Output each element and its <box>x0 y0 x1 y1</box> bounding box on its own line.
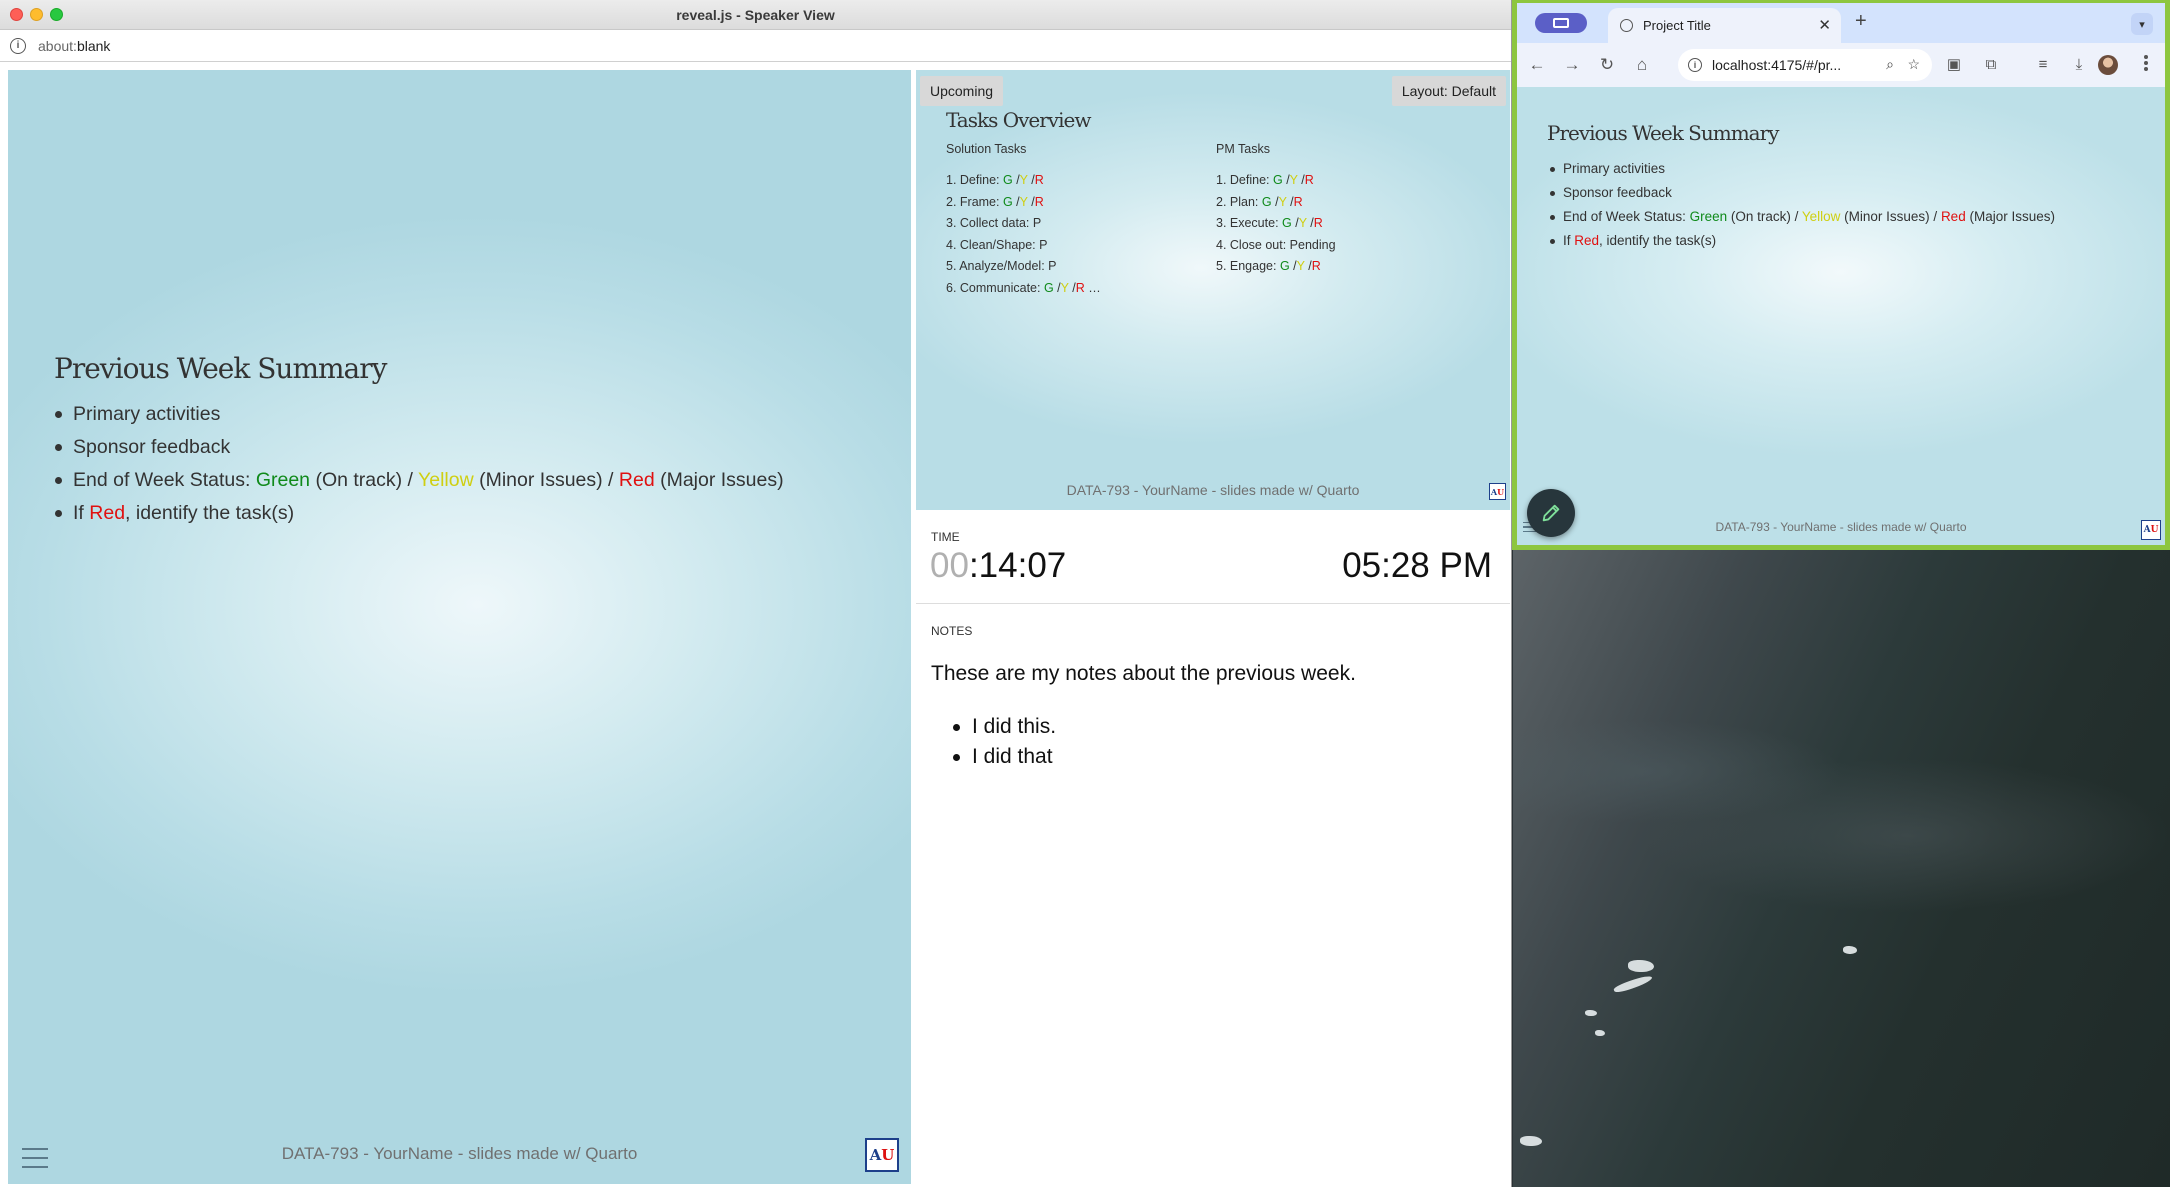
address-text: localhost:4175/#/pr... <box>1712 57 1842 73</box>
info-icon[interactable]: i <box>10 37 26 54</box>
status-yellow: Yellow <box>418 469 474 491</box>
tab-title: Project Title <box>1643 18 1711 33</box>
pm-task-plan: 2. Plan: G /Y /R <box>1216 194 1303 209</box>
url-scheme: about: <box>38 37 77 54</box>
notes-label: NOTES <box>931 624 973 638</box>
new-tab-button[interactable]: + <box>1855 10 1867 33</box>
upcoming-label: Upcoming <box>920 76 1004 106</box>
bullet-sponsor-feedback: Sponsor feedback <box>1550 181 2055 205</box>
media-queue-icon[interactable]: ≡ <box>2034 56 2052 74</box>
time-label: TIME <box>931 530 960 544</box>
tab-group-icon[interactable] <box>1535 13 1587 33</box>
pm-tasks-column: PM Tasks 1. Define: G /Y /R 2. Plan: G /… <box>1216 142 1336 278</box>
elapsed-hours: 00 <box>930 546 969 585</box>
more-menu-icon[interactable] <box>2144 55 2148 73</box>
bullet-primary-activities: Primary activities <box>1550 157 2055 181</box>
browser-slide-footer: DATA-793 - YourName - slides made w/ Qua… <box>1715 520 1967 534</box>
extensions-icon[interactable]: ⧉ <box>1982 56 2000 74</box>
if-prefix: If <box>73 502 90 524</box>
browser-slide[interactable]: Previous Week Summary Primary activities… <box>1517 87 2165 550</box>
site-info-icon[interactable]: i <box>1688 58 1702 72</box>
browser-tab-bar: Project Title ✕ + ▾ <box>1517 3 2165 43</box>
if-suffix: , identify the task(s) <box>125 502 295 524</box>
bookmark-star-icon[interactable]: ☆ <box>1907 56 1920 73</box>
zoom-icon[interactable]: ⌕ <box>1886 56 1894 73</box>
current-slide[interactable]: Previous Week Summary Primary activities… <box>8 70 911 1184</box>
bullet-status: End of Week Status: Green (On track) / Y… <box>55 468 784 492</box>
pm-task-define: 1. Define: G /Y /R <box>1216 173 1314 187</box>
elapsed-timer[interactable]: 00:14:07 <box>930 546 1066 586</box>
home-icon[interactable]: ⌂ <box>1632 55 1652 75</box>
bullet-if-red: If Red, identify the task(s) <box>55 501 784 525</box>
browser-au-logo: AU <box>2141 520 2161 540</box>
browser-slide-bullets: Primary activities Sponsor feedback End … <box>1550 157 2055 253</box>
status-prefix: End of Week Status: <box>73 469 256 491</box>
notes-text: These are my notes about the previous we… <box>931 662 1356 685</box>
bullet-sponsor-feedback: Sponsor feedback <box>55 435 784 459</box>
status-mid2: (Minor Issues) / <box>473 469 619 491</box>
upcoming-footer: DATA-793 - YourName - slides made w/ Qua… <box>1066 482 1360 498</box>
solution-task-frame: 2. Frame: G /Y /R <box>946 194 1044 209</box>
elapsed-rest: :14:07 <box>968 546 1067 585</box>
download-icon[interactable]: ⤓ <box>2070 56 2088 74</box>
slide-title: Previous Week Summary <box>54 352 387 385</box>
tab-search-chevron-icon[interactable]: ▾ <box>2131 13 2153 35</box>
solution-tasks-title: Solution Tasks <box>946 142 1027 156</box>
logo-letter-a: A <box>869 1146 882 1164</box>
upcoming-au-logo: AU <box>1489 483 1506 500</box>
reading-mode-icon[interactable]: ▣ <box>1945 56 1963 74</box>
pm-tasks-title: PM Tasks <box>1216 142 1270 156</box>
clock: 05:28 PM <box>1342 546 1492 585</box>
notes-item: I did that <box>952 742 1056 772</box>
tab-project-title[interactable]: Project Title ✕ <box>1608 8 1841 43</box>
pm-task-execute: 3. Execute: G /Y /R <box>1216 216 1323 230</box>
reload-icon[interactable]: ↻ <box>1597 55 1617 75</box>
upcoming-slide[interactable]: Upcoming Layout: Default Tasks Overview … <box>916 70 1510 510</box>
back-arrow-icon[interactable]: ← <box>1527 55 1547 75</box>
status-suffix: (Major Issues) <box>654 469 784 491</box>
url-path: blank <box>76 37 111 54</box>
pm-task-close-out: 4. Close out: Pending <box>1216 237 1336 252</box>
upcoming-slide-title: Tasks Overview <box>946 108 1091 132</box>
status-mid1: (On track) / <box>310 469 419 491</box>
bullet-if-red: If Red, identify the task(s) <box>1550 229 2055 253</box>
if-red: Red <box>89 502 126 524</box>
status-green: Green <box>255 469 311 491</box>
bullet-status: End of Week Status: Green (On track) / Y… <box>1550 205 2055 229</box>
solution-tasks-column: Solution Tasks 1. Define: G /Y /R 2. Fra… <box>946 142 1101 299</box>
time-panel: TIME 00:14:07 05:28 PM <box>916 514 1510 604</box>
browser-slide-title: Previous Week Summary <box>1547 121 1779 145</box>
profile-avatar[interactable] <box>2098 55 2118 75</box>
browser-window: Project Title ✕ + ▾ ← → ↻ ⌂ i localhost:… <box>1512 0 2170 550</box>
slide-progress-bar <box>1517 547 1672 550</box>
forward-arrow-icon[interactable]: → <box>1562 55 1582 75</box>
solution-task-analyze: 5. Analyze/Model: P <box>946 259 1057 273</box>
notes-list: I did this. I did that <box>952 712 1056 772</box>
au-logo: AU <box>865 1138 899 1172</box>
slide-bullets: Primary activities Sponsor feedback End … <box>55 402 784 534</box>
speaker-view-window: reveal.js - Speaker View i about: blank P… <box>0 0 1512 1187</box>
layout-selector[interactable]: Layout: Default <box>1391 76 1506 106</box>
close-tab-icon[interactable]: ✕ <box>1818 16 1831 34</box>
solution-task-collect: 3. Collect data: P <box>946 216 1042 230</box>
solution-task-communicate: 6. Communicate: G /Y /R … <box>946 280 1101 295</box>
speaker-view-titlebar: reveal.js - Speaker View <box>0 0 1511 30</box>
browser-toolbar: ← → ↻ ⌂ i localhost:4175/#/pr... ⌕ ☆ ▣ ⧉… <box>1517 43 2165 87</box>
slide-footer: DATA-793 - YourName - slides made w/ Qua… <box>281 1144 638 1163</box>
pm-task-engage: 5. Engage: G /Y /R <box>1216 259 1321 273</box>
speaker-view-urlbar[interactable]: i about: blank <box>0 30 1511 62</box>
solution-task-define: 1. Define: G /Y /R <box>946 173 1044 187</box>
status-red: Red <box>618 469 655 491</box>
notes-item: I did this. <box>952 712 1056 742</box>
solution-task-clean: 4. Clean/Shape: P <box>946 237 1048 252</box>
bullet-primary-activities: Primary activities <box>55 402 784 426</box>
address-bar[interactable]: i localhost:4175/#/pr... ⌕ ☆ <box>1678 49 1932 81</box>
globe-icon <box>1620 19 1633 32</box>
window-title: reveal.js - Speaker View <box>676 7 835 23</box>
desktop-wallpaper <box>1513 548 2170 1187</box>
logo-letter-u: U <box>881 1146 895 1164</box>
